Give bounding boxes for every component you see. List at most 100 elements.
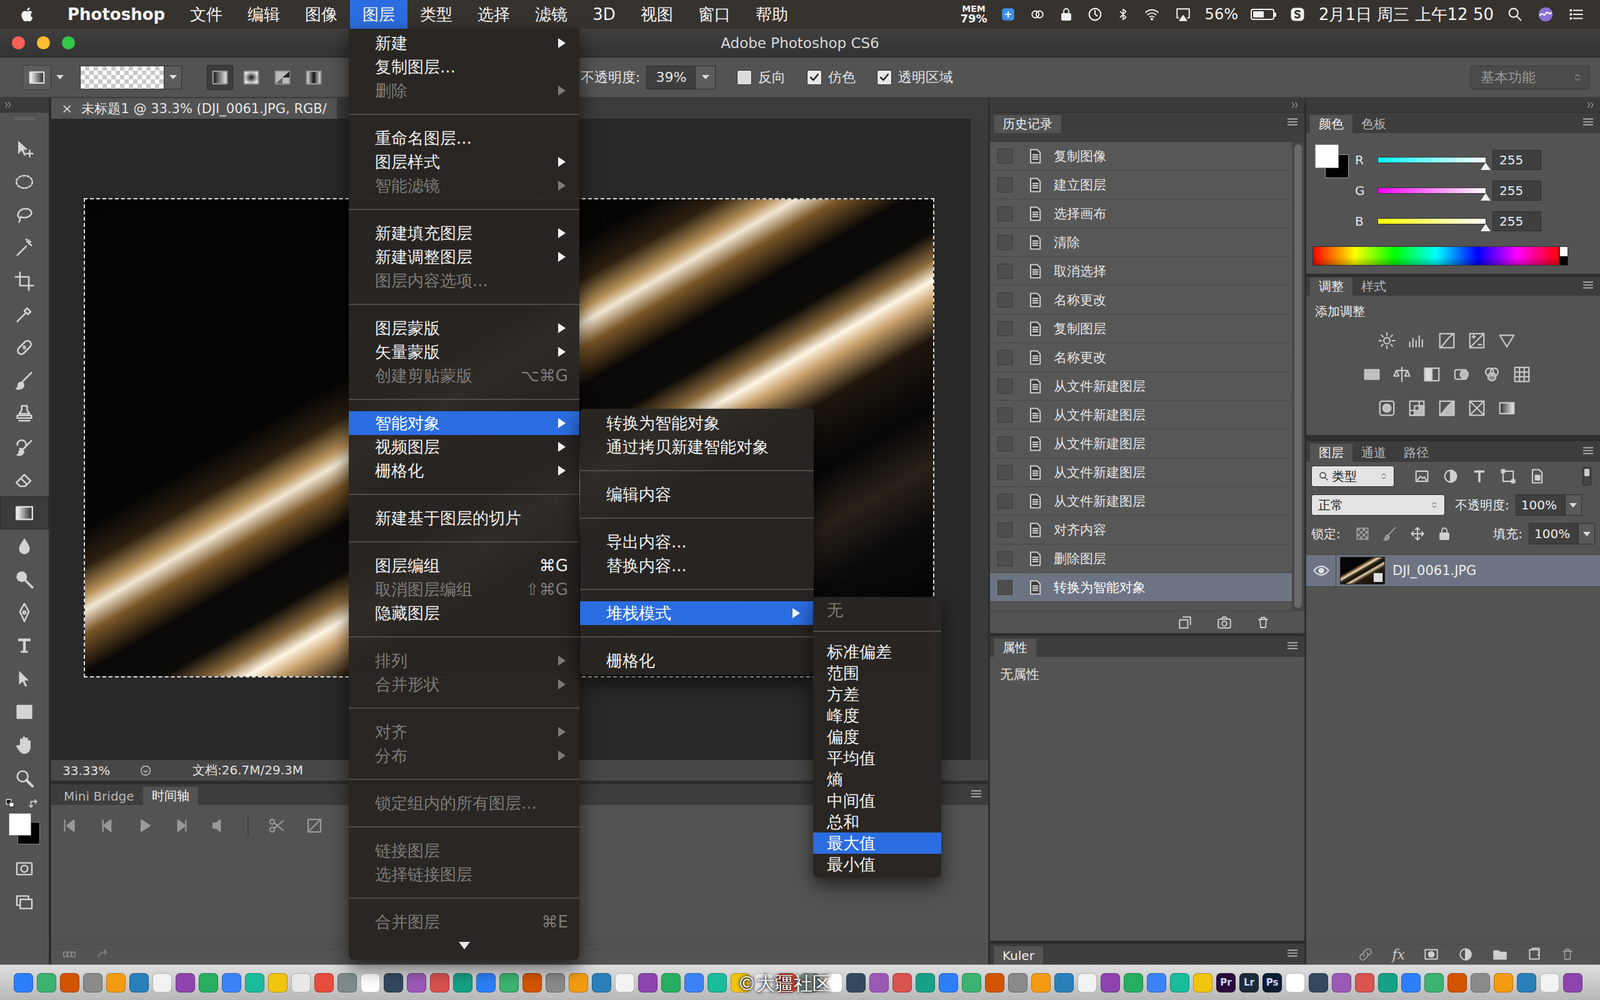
dock-app-icon[interactable] [1401,973,1421,993]
zoom-button[interactable] [61,36,75,50]
history-state-label[interactable]: 转换为智能对象 [1053,578,1146,597]
history-state-label[interactable]: 从文件新建图层 [1053,377,1146,395]
panel-tab[interactable]: 调整 [1310,277,1353,296]
history-source-box[interactable] [997,378,1013,394]
filter-kind[interactable]: 类型 [1331,468,1357,485]
menu-item-label[interactable]: 偏度 [826,726,860,749]
siri-icon[interactable] [1536,5,1555,24]
menu-item[interactable]: 隐藏图层 [348,601,580,625]
channel-value[interactable]: 255 [1499,213,1524,229]
channel-value-field[interactable]: 255 [1492,150,1542,170]
tool-button[interactable] [0,430,49,464]
menu-item[interactable]: 通过拷贝新建智能对象 [580,435,814,459]
lock-all-icon[interactable] [1436,525,1452,542]
exposure-icon[interactable] [1467,331,1487,350]
menu-bar-item[interactable]: 图层 [350,0,408,29]
panel-tab[interactable]: 历史记录 [993,115,1062,134]
layer-filter-dropdown[interactable]: 类型 [1311,465,1395,487]
history-source-box[interactable] [997,522,1013,538]
dock-app-icon[interactable] [591,973,612,993]
menu-title[interactable]: 编辑 [247,5,280,24]
dock-app-icon[interactable] [1008,973,1028,993]
quick-mask-button[interactable] [0,851,49,885]
menu-item-label[interactable]: 隐藏图层 [375,602,440,625]
history-state-label[interactable]: 取消选择 [1053,262,1107,280]
menu-title[interactable]: 3D [592,5,616,24]
app-status-icon[interactable] [1000,6,1017,23]
menu-item-label[interactable]: 视频图层 [375,436,440,459]
channel-value[interactable]: 255 [1499,152,1524,168]
menu-item-label[interactable]: 替换内容... [606,555,687,577]
dock-app-icon[interactable] [268,973,288,993]
link-layers-icon[interactable] [1356,946,1375,963]
dock-app-icon[interactable] [661,973,681,993]
menu-item-label[interactable]: 栅格化 [375,460,424,482]
trash-icon[interactable] [1255,614,1271,631]
fill-dropdown[interactable] [1578,523,1595,544]
dock-app-icon[interactable] [1077,973,1097,993]
menu-bar-item[interactable]: 文件 [177,0,235,29]
panel-menu-icon[interactable] [1581,278,1595,292]
dock-app-icon[interactable] [545,973,565,993]
fill-value[interactable]: 100% [1534,526,1570,542]
dock-app-icon[interactable] [615,973,635,993]
history-state[interactable]: 对齐内容 [990,515,1292,545]
history-state[interactable]: 选择画布 [990,199,1292,229]
menu-item-label[interactable]: 智能对象 [375,412,440,435]
previous-frame-icon[interactable] [97,816,117,835]
panel-tab[interactable]: 色板 [1352,115,1395,134]
menu-item[interactable]: 新建基于图层的切片 [348,506,580,530]
panel-tab[interactable]: 通道 [1352,443,1395,462]
color-lookup-icon[interactable] [1512,365,1532,384]
vertical-scrollbar[interactable] [970,118,989,760]
history-state-label[interactable]: 从文件新建图层 [1053,435,1146,453]
menu-item[interactable]: 栅格化 [348,458,580,483]
history-state[interactable]: 转换为智能对象 [990,573,1292,602]
new-adjustment-icon[interactable] [1457,946,1474,963]
default-colors-icon[interactable] [5,798,17,812]
panel-tab[interactable]: 图层 [1310,443,1353,462]
screen-mode-button[interactable] [0,885,49,919]
tool-button[interactable] [0,628,49,662]
gradient-mode-button[interactable] [206,65,234,90]
layer-opacity-dropdown[interactable] [1565,495,1582,515]
menu-bar-item[interactable]: 类型 [407,0,465,29]
checkbox[interactable] [806,70,822,85]
menu-item[interactable]: 熵 [813,768,942,790]
shape-filter-icon[interactable] [1499,467,1517,485]
menu-item[interactable]: 新建调整图层 [348,245,580,269]
menu-item-label[interactable]: 通过拷贝新建智能对象 [606,436,769,459]
audio-icon[interactable] [210,816,229,835]
dock-app-icon[interactable] [707,973,727,993]
dock-app-icon[interactable] [1100,973,1120,993]
dock-app-icon[interactable] [938,973,959,993]
history-state-label[interactable]: 选择画布 [1053,205,1107,223]
dock-app-icon[interactable] [1123,973,1144,993]
gradient-mode-button[interactable] [300,65,327,90]
history-source-box[interactable] [997,580,1013,595]
visibility-toggle[interactable] [1306,554,1337,587]
history-source-box[interactable] [997,235,1013,250]
option-checkbox[interactable]: 透明区域 [876,68,954,87]
dock-app-icon[interactable] [1308,973,1329,993]
panel-menu-icon[interactable] [1581,443,1595,458]
dock-app-icon[interactable] [314,973,334,993]
menu-item[interactable]: 范围 [813,662,942,684]
search-icon[interactable] [1506,5,1524,24]
panel-menu-icon[interactable] [1285,115,1300,129]
gradient-picker-button[interactable] [163,66,182,89]
dock-app-icon[interactable] [1378,973,1398,993]
history-source-box[interactable] [997,292,1013,308]
history-state[interactable]: 名称更改 [990,285,1292,315]
history-state[interactable]: 删除图层 [990,544,1292,574]
clock[interactable]: 2月1日 周三 上午12 50 [1318,3,1494,26]
dock-app-icon[interactable] [869,973,889,993]
lock-icon[interactable] [1058,6,1074,23]
panel-tab[interactable]: Mini Bridge [55,786,144,805]
dock-app-icon[interactable] [684,973,704,993]
tool-button[interactable] [0,695,49,729]
first-frame-icon[interactable] [60,816,79,835]
pixel-filter-icon[interactable] [1413,467,1431,485]
convert-icon[interactable] [95,947,112,962]
panel-tab[interactable]: 属性 [993,638,1037,657]
